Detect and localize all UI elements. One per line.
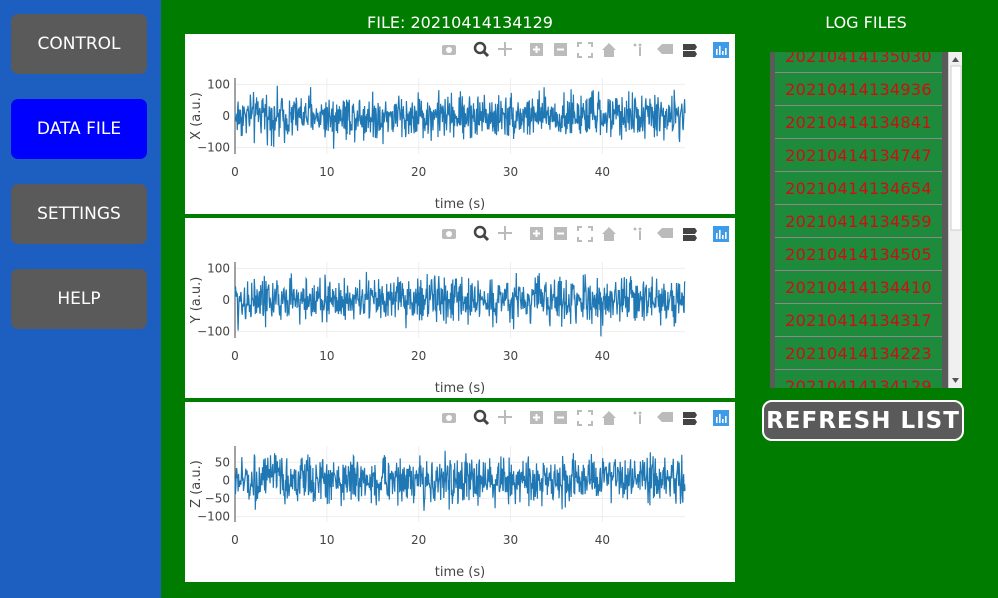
plotly-logo-icon[interactable] bbox=[713, 226, 729, 242]
pan-icon[interactable] bbox=[498, 410, 512, 424]
log-file-item[interactable]: 20210414134559 bbox=[775, 205, 942, 238]
log-file-item[interactable]: 20210414134317 bbox=[775, 304, 942, 337]
y-axis-label: Z (a.u.) bbox=[189, 460, 204, 508]
zoom-icon[interactable] bbox=[473, 41, 490, 58]
log-files-title: LOG FILES bbox=[825, 13, 907, 32]
plotly-logo-icon[interactable] bbox=[713, 410, 729, 426]
settings-button[interactable]: SETTINGS bbox=[11, 184, 147, 244]
series-line bbox=[234, 271, 686, 337]
hover-compare-icon[interactable] bbox=[683, 412, 697, 425]
zoom-out-icon[interactable] bbox=[554, 411, 567, 424]
log-file-item[interactable]: 20210414135030 bbox=[775, 52, 942, 73]
x-tick-label: 30 bbox=[503, 165, 518, 179]
zoom-out-icon[interactable] bbox=[554, 227, 567, 240]
refresh-list-button[interactable]: REFRESH LIST bbox=[762, 400, 964, 441]
log-file-item[interactable]: 20210414134747 bbox=[775, 139, 942, 172]
series-line bbox=[234, 85, 686, 149]
x-tick-label: 40 bbox=[595, 533, 610, 547]
log-files-list[interactable]: 20210414135030 20210414134936 202104141348… bbox=[770, 52, 962, 388]
scroll-up-arrow-icon bbox=[952, 57, 959, 62]
hover-closest-icon[interactable] bbox=[657, 228, 673, 238]
zoom-out-icon[interactable] bbox=[554, 43, 567, 56]
hover-closest-icon[interactable] bbox=[657, 412, 673, 422]
hover-compare-icon[interactable] bbox=[683, 44, 697, 57]
pan-icon[interactable] bbox=[498, 226, 512, 240]
data-file-button[interactable]: DATA FILE bbox=[11, 99, 147, 159]
x-tick-label: 40 bbox=[595, 349, 610, 363]
y-tick-label: 0 bbox=[222, 293, 230, 307]
x-tick-label: 0 bbox=[231, 349, 239, 363]
y-axis-label: X (a.u.) bbox=[189, 92, 204, 140]
log-file-item[interactable]: 20210414134936 bbox=[775, 73, 942, 106]
plot-toolbar bbox=[442, 225, 729, 242]
y-tick-label: 100 bbox=[207, 77, 230, 91]
log-file-item[interactable]: 20210414134841 bbox=[775, 106, 942, 139]
x-tick-label: 30 bbox=[503, 533, 518, 547]
spike-lines-icon[interactable] bbox=[633, 43, 642, 57]
scroll-thumb bbox=[950, 65, 962, 231]
plot-x[interactable]: 0 10 20 30 40 100 0 −100 time (s) X (a.u.) bbox=[185, 34, 735, 214]
spike-lines-icon[interactable] bbox=[633, 411, 642, 425]
y-tick-label: 0 bbox=[222, 473, 230, 487]
plotly-logo-icon[interactable] bbox=[713, 42, 729, 58]
camera-icon[interactable] bbox=[442, 45, 456, 55]
sidebar: CONTROL DATA FILE SETTINGS HELP bbox=[0, 0, 161, 598]
x-tick-label: 40 bbox=[595, 165, 610, 179]
x-tick-label: 10 bbox=[319, 533, 334, 547]
zoom-in-icon[interactable] bbox=[530, 227, 543, 240]
x-tick-label: 20 bbox=[411, 165, 426, 179]
zoom-in-icon[interactable] bbox=[530, 411, 543, 424]
log-file-item[interactable]: 20210414134505 bbox=[775, 238, 942, 271]
hover-closest-icon[interactable] bbox=[657, 44, 673, 54]
reset-axes-icon[interactable] bbox=[602, 411, 616, 425]
x-tick-label: 0 bbox=[231, 165, 239, 179]
zoom-icon[interactable] bbox=[473, 225, 490, 242]
hover-compare-icon[interactable] bbox=[683, 228, 697, 241]
spike-lines-icon[interactable] bbox=[633, 227, 642, 241]
x-tick-label: 0 bbox=[231, 533, 239, 547]
y-tick-label: 0 bbox=[222, 109, 230, 123]
x-tick-label: 20 bbox=[411, 533, 426, 547]
plot-toolbar bbox=[442, 409, 729, 426]
control-button[interactable]: CONTROL bbox=[11, 14, 147, 74]
x-axis-label: time (s) bbox=[435, 565, 485, 580]
y-tick-label: −100 bbox=[197, 141, 230, 155]
x-tick-label: 20 bbox=[411, 349, 426, 363]
pan-icon[interactable] bbox=[498, 42, 512, 56]
zoom-in-icon[interactable] bbox=[530, 43, 543, 56]
y-tick-label: 100 bbox=[207, 261, 230, 275]
camera-icon[interactable] bbox=[442, 413, 456, 423]
y-tick-label: −100 bbox=[197, 325, 230, 339]
x-axis-label: time (s) bbox=[435, 197, 485, 212]
x-tick-label: 10 bbox=[319, 349, 334, 363]
x-tick-label: 30 bbox=[503, 349, 518, 363]
y-tick-label: −50 bbox=[205, 491, 230, 505]
log-file-item[interactable]: 20210414134654 bbox=[775, 172, 942, 205]
autoscale-icon[interactable] bbox=[577, 42, 593, 58]
autoscale-icon[interactable] bbox=[577, 226, 593, 242]
scroll-down-arrow-icon bbox=[952, 378, 959, 383]
log-list-scrollbar[interactable] bbox=[948, 52, 962, 388]
log-file-item[interactable]: 20210414134410 bbox=[775, 271, 942, 304]
x-axis-label: time (s) bbox=[435, 381, 485, 396]
reset-axes-icon[interactable] bbox=[602, 43, 616, 57]
plot-y[interactable]: 0 10 20 30 40 100 0 −100 time (s) Y (a.u.) bbox=[185, 218, 735, 398]
help-button[interactable]: HELP bbox=[11, 269, 147, 329]
plot-z[interactable]: 0 10 20 30 40 50 0 −50 −100 time (s) Z (a.u.) bbox=[185, 402, 735, 582]
log-file-item[interactable]: 20210414134223 bbox=[775, 337, 942, 370]
y-tick-label: 50 bbox=[215, 455, 230, 469]
reset-axes-icon[interactable] bbox=[602, 227, 616, 241]
log-file-item[interactable]: 20210414134129 bbox=[775, 370, 942, 388]
x-tick-label: 10 bbox=[319, 165, 334, 179]
y-axis-label: Y (a.u.) bbox=[189, 277, 204, 325]
file-title: FILE: 20210414134129 bbox=[367, 13, 553, 32]
plot-toolbar bbox=[442, 41, 729, 58]
zoom-icon[interactable] bbox=[473, 409, 490, 426]
camera-icon[interactable] bbox=[442, 229, 456, 239]
y-tick-label: −100 bbox=[197, 510, 230, 524]
autoscale-icon[interactable] bbox=[577, 410, 593, 426]
